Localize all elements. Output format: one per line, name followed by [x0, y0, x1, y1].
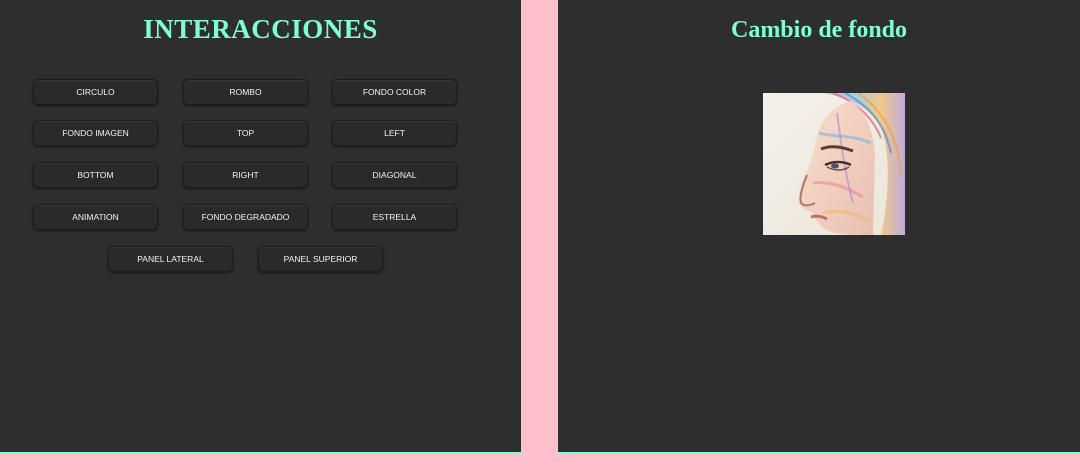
portrait-image: [763, 93, 905, 235]
rombo-button[interactable]: ROMBO: [183, 79, 308, 105]
fondo-degradado-button[interactable]: FONDO DEGRADADO: [183, 204, 308, 230]
fondo-imagen-button[interactable]: FONDO IMAGEN: [33, 120, 158, 146]
background-change-title: Cambio de fondo: [730, 17, 908, 43]
diagonal-button[interactable]: DIAGONAL: [332, 162, 457, 188]
interactions-panel: INTERACCIONES CIRCULO ROMBO FONDO COLOR …: [0, 0, 522, 453]
fondo-color-button[interactable]: FONDO COLOR: [332, 79, 457, 105]
bottom-button[interactable]: BOTTOM: [33, 162, 158, 188]
right-button[interactable]: RIGHT: [183, 162, 308, 188]
background-change-panel: Cambio de fondo: [557, 0, 1080, 453]
interactions-title: INTERACCIONES: [143, 14, 378, 44]
circulo-button[interactable]: CIRCULO: [33, 79, 158, 105]
left-button[interactable]: LEFT: [332, 120, 457, 146]
top-button[interactable]: TOP: [183, 120, 308, 146]
panel-lateral-button[interactable]: PANEL LATERAL: [108, 246, 233, 272]
estrella-button[interactable]: ESTRELLA: [332, 204, 457, 230]
animation-button[interactable]: ANIMATION: [33, 204, 158, 230]
panel-superior-button[interactable]: PANEL SUPERIOR: [258, 246, 383, 272]
